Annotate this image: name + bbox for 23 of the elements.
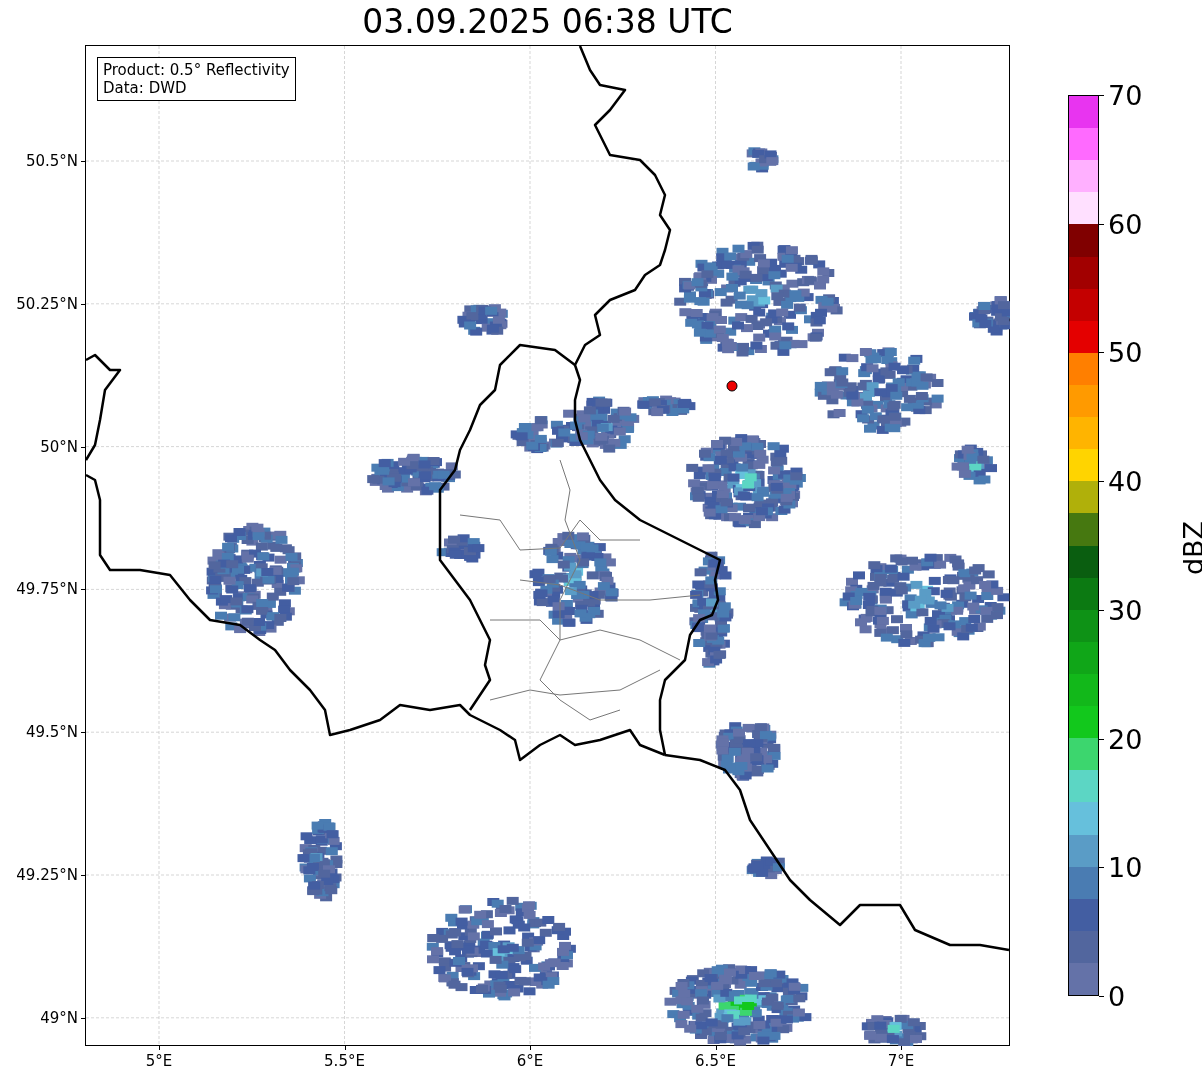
colorbar-tick-label: 40: [1108, 465, 1143, 497]
y-tick-label: 50°N: [40, 437, 78, 456]
colorbar-tick-label: 10: [1108, 851, 1143, 883]
x-tick-label: 6°E: [516, 1052, 544, 1070]
y-tick-label: 50.25°N: [16, 294, 78, 313]
y-tick-label: 49°N: [40, 1008, 78, 1027]
y-tick-label: 49.25°N: [16, 866, 78, 884]
y-tick-label: 49.75°N: [16, 580, 78, 599]
colorbar-tick-label: 20: [1108, 723, 1143, 755]
legend-text: Data: DWD: [103, 79, 188, 97]
y-tick-label: 50.5°N: [25, 152, 78, 170]
legend-text: Product: 0.5° Reflectivity: [103, 61, 290, 79]
y-tick-label: 49.5°N: [25, 723, 78, 742]
chart-title: 03.09.2025 06:38 UTC: [361, 2, 734, 41]
x-tick-label: 6.5°E: [695, 1052, 736, 1070]
colorbar-tick-label: 0: [1108, 980, 1126, 1012]
colorbar-tick-label: 60: [1108, 208, 1143, 240]
x-tick-label: 5.5°E: [324, 1052, 365, 1070]
x-tick-label: 7°E: [887, 1052, 915, 1070]
x-tick-label: 5°E: [145, 1052, 173, 1070]
colorbar-tick-label: 30: [1108, 594, 1143, 626]
colorbar-tick-label: 70: [1108, 79, 1143, 111]
colorbar-tick-label: 50: [1108, 336, 1143, 368]
